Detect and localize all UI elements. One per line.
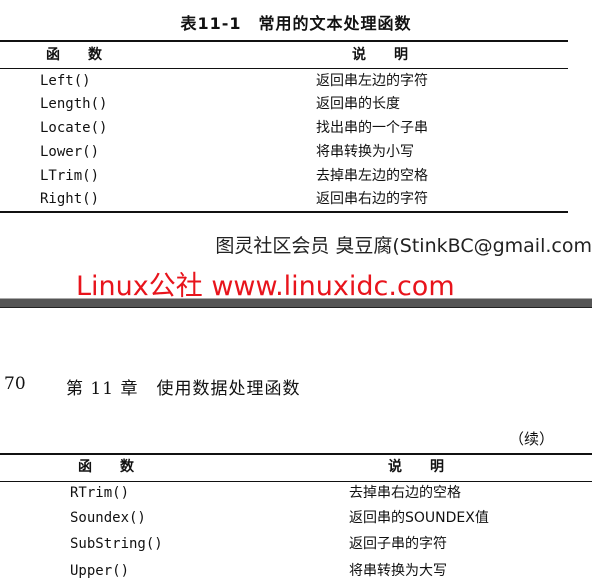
function-name: LTrim() — [40, 168, 100, 184]
continued-label: （续） — [508, 430, 554, 448]
function-description: 将串转换为大写 — [349, 563, 447, 579]
page-divider — [0, 298, 592, 308]
function-name: Soundex() — [70, 510, 146, 526]
table2-header-desc: 说 明 — [388, 459, 444, 475]
function-name: Upper() — [70, 563, 130, 579]
function-description: 去掉串左边的空格 — [316, 168, 428, 184]
function-name: Lower() — [40, 144, 100, 160]
function-description: 返回子串的字符 — [349, 536, 447, 552]
table1-top-rule — [0, 40, 568, 42]
page-number: 70 — [4, 374, 26, 394]
function-description: 去掉串右边的空格 — [349, 485, 461, 501]
table1-header-desc: 说 明 — [352, 47, 408, 63]
table2-top-rule — [0, 453, 592, 455]
function-description: 返回串左边的字符 — [316, 73, 428, 89]
table1-header-rule — [0, 68, 568, 69]
function-name: Length() — [40, 96, 108, 112]
function-name: Locate() — [40, 120, 108, 136]
table1-header-func: 函 数 — [46, 47, 102, 63]
watermark-text: 图灵社区会员 臭豆腐(StinkBC@gmail.com — [215, 235, 592, 257]
function-name: Left() — [40, 73, 91, 89]
function-name: RTrim() — [70, 485, 130, 501]
table-title: 表11-1 常用的文本处理函数 — [180, 14, 412, 33]
function-description: 找出串的一个子串 — [316, 120, 428, 136]
function-description: 返回串的SOUNDEX值 — [349, 510, 489, 526]
function-name: Right() — [40, 191, 100, 207]
table2-header-func: 函 数 — [78, 459, 134, 475]
function-description: 将串转换为小写 — [316, 144, 414, 160]
function-description: 返回串的长度 — [316, 96, 400, 112]
table1-bottom-rule — [0, 211, 568, 213]
function-name: SubString() — [70, 536, 163, 552]
chapter-header: 第 11 章 使用数据处理函数 — [66, 379, 301, 399]
function-description: 返回串右边的字符 — [316, 191, 428, 207]
